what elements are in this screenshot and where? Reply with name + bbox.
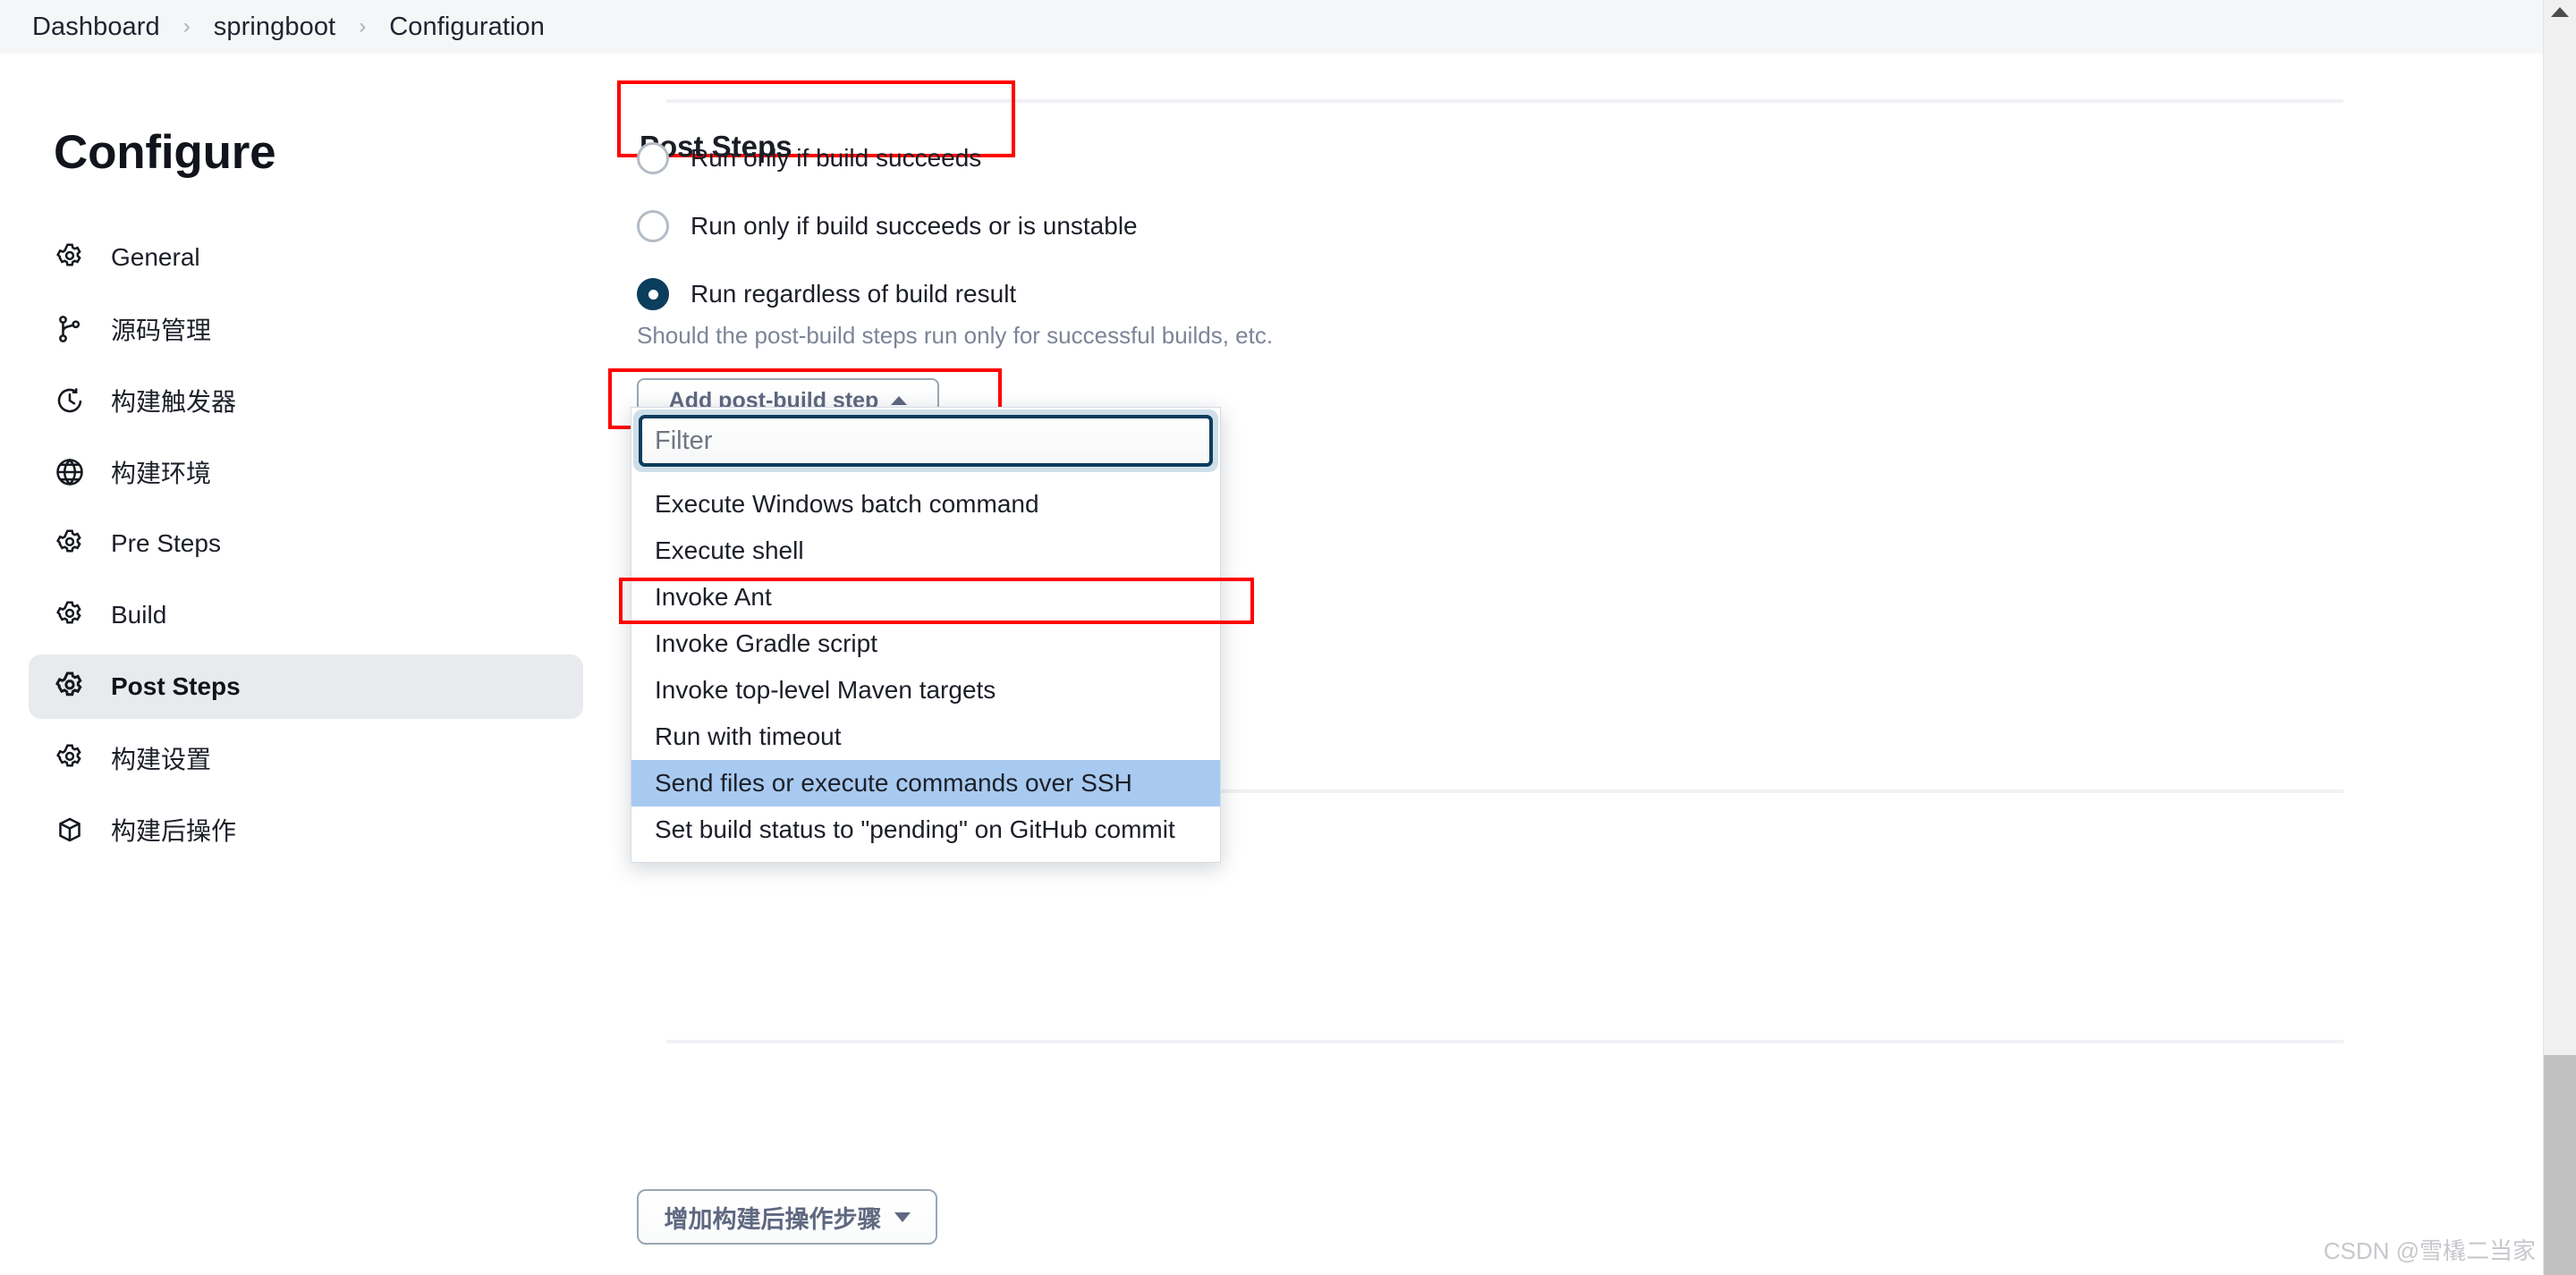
sidebar: Configure General 源码管理 构建触发器 构建环境 Pre St… <box>0 54 617 1275</box>
watermark: CSDN @雪橇二当家 <box>2323 1237 2536 1264</box>
radio-label: Run regardless of build result <box>691 280 1017 308</box>
sidebar-item-source-code-management[interactable]: 源码管理 <box>29 304 583 354</box>
radio-option-run-if-succeeds-or-unstable[interactable]: Run only if build succeeds or is unstabl… <box>637 210 1138 242</box>
git-branch-icon <box>52 311 88 347</box>
caret-down-icon <box>894 1212 911 1222</box>
list-item[interactable]: Invoke Ant <box>631 574 1220 621</box>
package-icon <box>52 812 88 848</box>
gear-icon <box>52 669 88 705</box>
radio-button[interactable] <box>637 210 669 242</box>
filter-input[interactable] <box>639 415 1213 467</box>
radio-option-run-if-succeeds[interactable]: Run only if build succeeds <box>637 142 981 174</box>
sidebar-item-label: Post Steps <box>111 672 241 700</box>
sidebar-item-label: Pre Steps <box>111 529 221 557</box>
sidebar-item-label: 构建环境 <box>111 460 212 487</box>
breadcrumb-item-configuration[interactable]: Configuration <box>389 13 545 42</box>
breadcrumb-separator-icon: › <box>359 14 367 38</box>
gear-icon <box>52 526 88 562</box>
sidebar-item-build[interactable]: Build <box>29 590 583 640</box>
list-item[interactable]: Execute Windows batch command <box>631 481 1220 528</box>
globe-icon <box>52 454 88 490</box>
sidebar-item-label: 源码管理 <box>111 317 212 344</box>
list-item[interactable]: Execute shell <box>631 528 1220 574</box>
clock-icon <box>52 383 88 418</box>
page-title: Configure <box>54 126 276 179</box>
radio-label: Run only if build succeeds <box>691 144 982 172</box>
gear-icon <box>52 240 88 275</box>
list-item[interactable]: Run with timeout <box>631 713 1220 760</box>
filter-focus-halo <box>633 410 1218 472</box>
sidebar-item-build-triggers[interactable]: 构建触发器 <box>29 376 583 426</box>
add-post-build-action-step-button[interactable]: 增加构建后操作步骤 <box>637 1189 937 1245</box>
sidebar-item-pre-steps[interactable]: Pre Steps <box>29 519 583 569</box>
vertical-scrollbar[interactable] <box>2543 0 2576 1275</box>
page-root: Dashboard › springboot › Configuration C… <box>0 0 2576 1275</box>
sidebar-item-label: 构建设置 <box>111 746 212 773</box>
sidebar-item-label: General <box>111 243 200 271</box>
breadcrumb-separator-icon: › <box>182 14 191 38</box>
divider <box>666 1040 2343 1043</box>
sidebar-nav: General 源码管理 构建触发器 构建环境 Pre Steps Build … <box>29 232 583 876</box>
breadcrumb: Dashboard › springboot › Configuration <box>0 0 2543 54</box>
sidebar-item-general[interactable]: General <box>29 232 583 283</box>
sidebar-item-label: 构建后操作 <box>111 817 237 845</box>
divider <box>666 99 2343 103</box>
sidebar-item-build-environment[interactable]: 构建环境 <box>29 447 583 497</box>
scroll-up-arrow-icon[interactable] <box>2551 7 2569 17</box>
sidebar-item-build-settings[interactable]: 构建设置 <box>29 733 583 783</box>
filter-wrapper <box>631 408 1220 474</box>
main-content: Post Steps Run only if build succeeds Ru… <box>608 54 2543 1275</box>
radio-button[interactable] <box>637 142 669 174</box>
sidebar-item-post-build-actions[interactable]: 构建后操作 <box>29 805 583 855</box>
sidebar-item-post-steps[interactable]: Post Steps <box>29 654 583 719</box>
caret-up-icon <box>891 396 908 405</box>
post-build-step-dropdown: Execute Windows batch command Execute sh… <box>631 407 1221 863</box>
gear-icon <box>52 597 88 633</box>
sidebar-item-label: 构建触发器 <box>111 388 237 416</box>
breadcrumb-item-dashboard[interactable]: Dashboard <box>32 13 160 42</box>
radio-label: Run only if build succeeds or is unstabl… <box>691 212 1138 240</box>
list-item-selected-send-files-ssh[interactable]: Send files or execute commands over SSH <box>631 760 1220 806</box>
add-post-build-action-step-label: 增加构建后操作步骤 <box>664 1205 882 1233</box>
help-text: Should the post-build steps run only for… <box>637 322 1274 349</box>
gear-icon <box>52 740 88 776</box>
radio-option-run-regardless[interactable]: Run regardless of build result <box>637 278 1016 310</box>
scrollbar-thumb[interactable] <box>2544 1055 2576 1275</box>
dropdown-list: Execute Windows batch command Execute sh… <box>631 474 1220 862</box>
list-item[interactable]: Set build status to "pending" on GitHub … <box>631 806 1220 853</box>
sidebar-item-label: Build <box>111 601 167 629</box>
radio-button-selected[interactable] <box>637 278 669 310</box>
list-item[interactable]: Invoke Gradle script <box>631 621 1220 667</box>
breadcrumb-item-springboot[interactable]: springboot <box>214 13 335 42</box>
list-item[interactable]: Invoke top-level Maven targets <box>631 667 1220 713</box>
